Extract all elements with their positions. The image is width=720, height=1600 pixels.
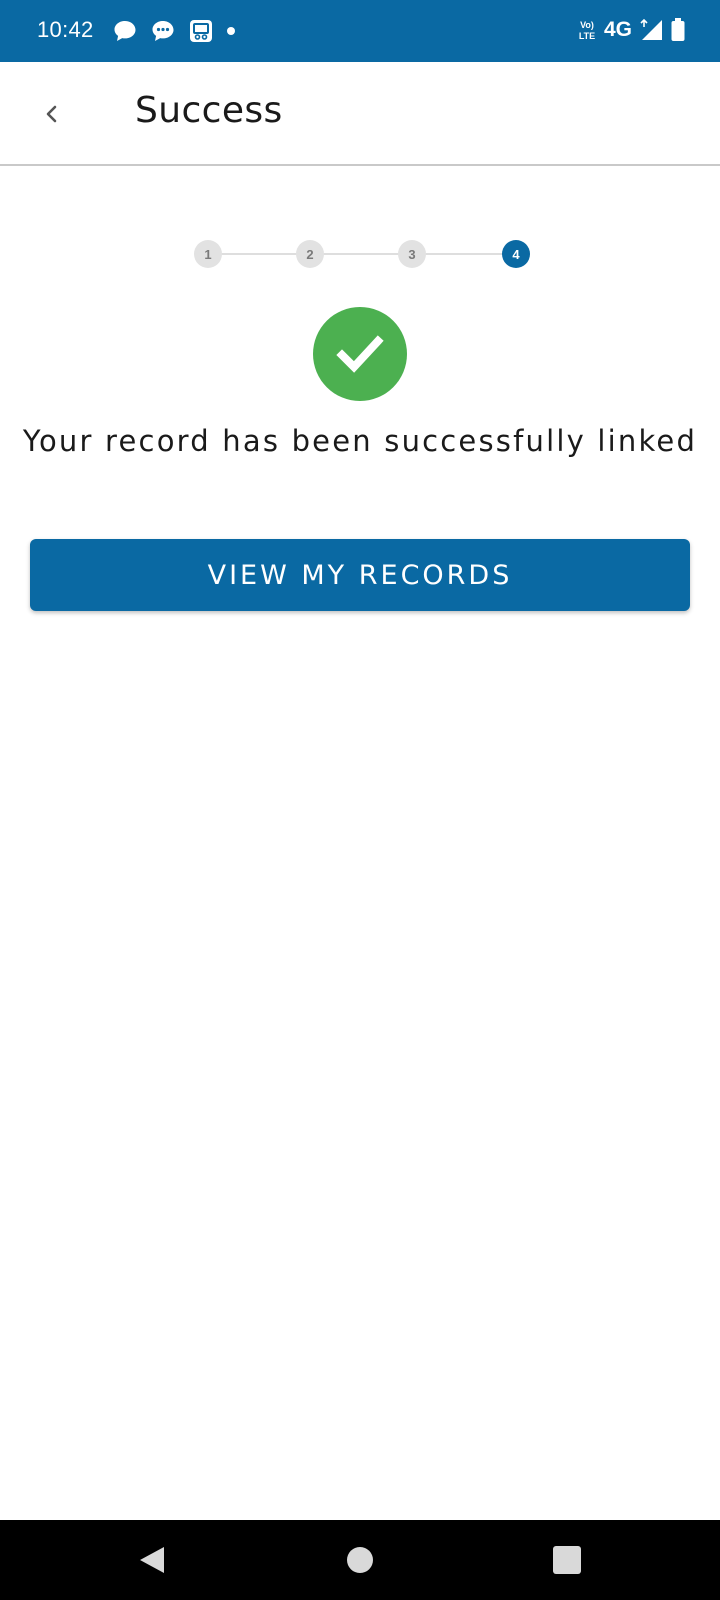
home-circle-icon — [347, 1547, 373, 1573]
screen-share-icon — [188, 18, 214, 44]
svg-text:Vo): Vo) — [580, 20, 594, 30]
battery-icon — [670, 17, 686, 43]
back-triangle-icon — [140, 1547, 164, 1573]
status-time: 10:42 — [37, 17, 94, 42]
system-status-icons: Vo) LTE 4G — [570, 17, 686, 43]
nav-recents-button[interactable] — [549, 1542, 585, 1578]
app-bar: Success — [0, 62, 720, 166]
message-dots-icon — [150, 18, 176, 44]
svg-text:LTE: LTE — [579, 31, 595, 41]
progress-stepper: 1 2 3 4 — [194, 240, 530, 268]
recents-square-icon — [553, 1546, 581, 1574]
stepper-line — [208, 253, 516, 255]
page-title: Success — [135, 90, 283, 131]
chat-bubble-icon — [112, 18, 138, 44]
success-message: Your record has been successfully linked — [22, 424, 698, 458]
nav-back-button[interactable] — [134, 1542, 170, 1578]
back-button[interactable] — [28, 90, 76, 138]
notification-dot-icon — [226, 18, 236, 44]
notification-icons — [112, 18, 248, 44]
volte-icon: Vo) LTE — [576, 18, 598, 42]
step-2: 2 — [296, 240, 324, 268]
network-type: 4G — [603, 18, 632, 41]
check-circle-icon — [313, 307, 407, 401]
view-my-records-button[interactable]: VIEW MY RECORDS — [30, 539, 690, 611]
status-bar: 10:42 Vo) LTE 4G — [0, 0, 720, 62]
chevron-left-icon — [46, 105, 57, 123]
step-1: 1 — [194, 240, 222, 268]
step-3: 3 — [398, 240, 426, 268]
signal-icon — [638, 18, 664, 42]
system-nav-bar — [0, 1520, 720, 1600]
nav-home-button[interactable] — [342, 1542, 378, 1578]
step-4-active: 4 — [502, 240, 530, 268]
